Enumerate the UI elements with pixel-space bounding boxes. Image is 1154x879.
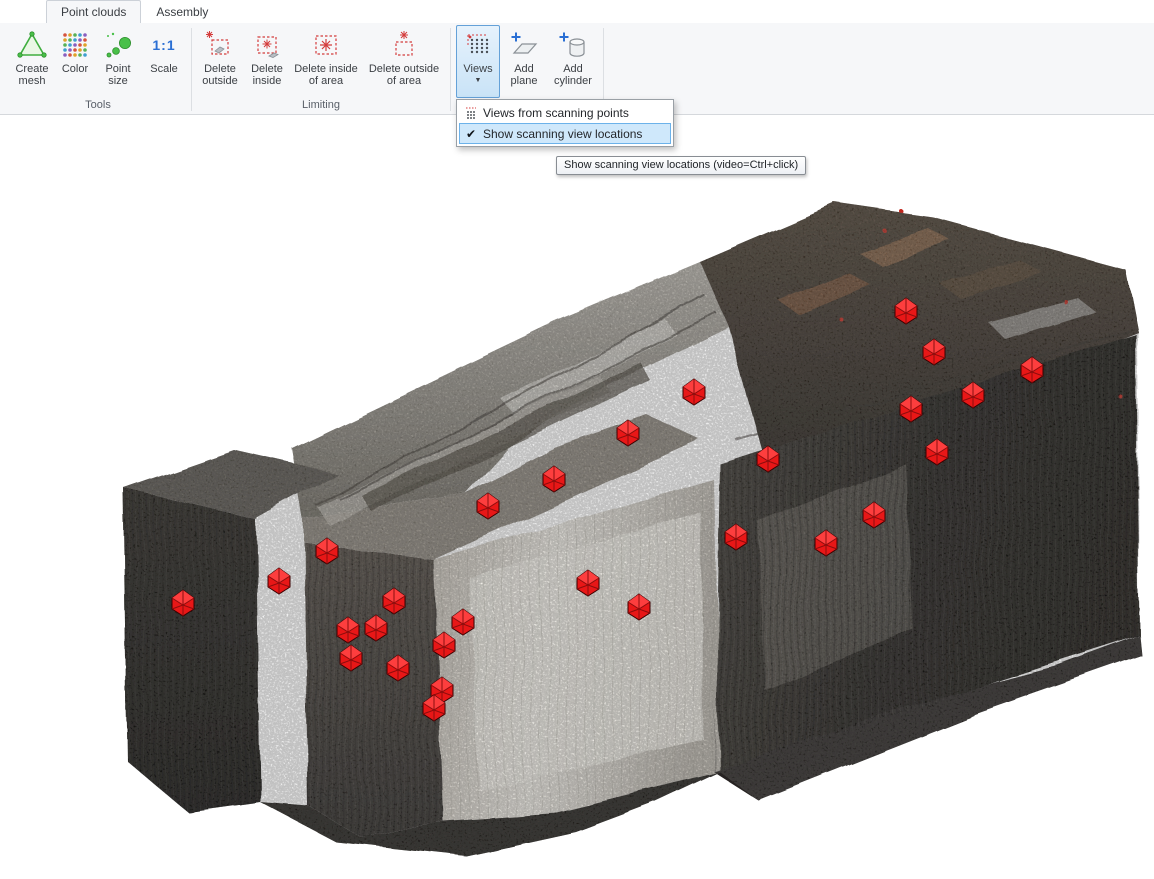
- tab-point-clouds[interactable]: Point clouds: [46, 0, 141, 23]
- menu-item-views-from-scanning-points[interactable]: Views from scanning points: [459, 102, 671, 123]
- delete-inside-of-area-label: Delete inside of area: [294, 63, 358, 87]
- point-size-icon: [103, 28, 133, 62]
- group-label-limiting: Limiting: [197, 98, 445, 114]
- add-cylinder-icon: [558, 28, 588, 62]
- add-plane-button[interactable]: Add plane: [502, 25, 546, 98]
- ribbon-group-limiting: Delete outside Delete inside: [193, 25, 449, 114]
- delete-outside-icon: [205, 28, 235, 62]
- group-separator: [450, 28, 451, 111]
- menu-item-label: Show scanning view locations: [483, 127, 642, 141]
- point-size-button[interactable]: Point size: [96, 25, 140, 98]
- views-dropdown-menu: Views from scanning points ✔ Show scanni…: [456, 99, 674, 147]
- add-cylinder-button[interactable]: Add cylinder: [548, 25, 598, 98]
- app-window: Point clouds Assembly Create mesh: [0, 0, 1154, 879]
- delete-outside-of-area-button[interactable]: Delete outside of area: [363, 25, 445, 98]
- scale-icon: 1:1: [152, 28, 175, 62]
- checkmark-icon: ✔: [459, 127, 483, 141]
- views-button[interactable]: Views ▼: [456, 25, 500, 98]
- building-point-cloud: [115, 185, 1150, 865]
- delete-outside-of-area-icon: [389, 28, 419, 62]
- scale-label: Scale: [150, 63, 178, 75]
- delete-inside-of-area-button[interactable]: Delete inside of area: [291, 25, 361, 98]
- add-cylinder-label: Add cylinder: [554, 63, 592, 87]
- color-label: Color: [62, 63, 88, 75]
- scanning-points-icon: [459, 106, 483, 120]
- views-icon: [463, 28, 493, 62]
- tab-assembly[interactable]: Assembly: [141, 0, 223, 23]
- add-plane-label: Add plane: [511, 63, 538, 87]
- group-label-tools: Tools: [10, 98, 186, 114]
- color-icon: [60, 28, 90, 62]
- create-mesh-label: Create mesh: [15, 63, 48, 87]
- menu-item-label: Views from scanning points: [483, 106, 629, 120]
- delete-inside-button[interactable]: Delete inside: [245, 25, 289, 98]
- delete-inside-of-area-icon: [311, 28, 341, 62]
- point-size-label: Point size: [105, 63, 130, 87]
- create-mesh-icon: [17, 28, 47, 62]
- delete-inside-label: Delete inside: [251, 63, 283, 87]
- views-label: Views: [463, 63, 492, 75]
- tooltip: Show scanning view locations (video=Ctrl…: [556, 156, 806, 175]
- create-mesh-button[interactable]: Create mesh: [10, 25, 54, 98]
- delete-outside-of-area-label: Delete outside of area: [369, 63, 439, 87]
- color-button[interactable]: Color: [56, 25, 94, 98]
- delete-outside-button[interactable]: Delete outside: [197, 25, 243, 98]
- add-plane-icon: [509, 28, 539, 62]
- ribbon-tab-row: Point clouds Assembly: [0, 0, 1154, 23]
- group-separator: [191, 28, 192, 111]
- delete-inside-icon: [252, 28, 282, 62]
- ribbon-group-tools: Create mesh Color: [6, 25, 190, 114]
- views-dropdown-arrow-icon: ▼: [475, 77, 482, 84]
- delete-outside-label: Delete outside: [202, 63, 237, 87]
- scale-button[interactable]: 1:1 Scale: [142, 25, 186, 98]
- menu-item-show-scanning-view-locations[interactable]: ✔ Show scanning view locations: [459, 123, 671, 144]
